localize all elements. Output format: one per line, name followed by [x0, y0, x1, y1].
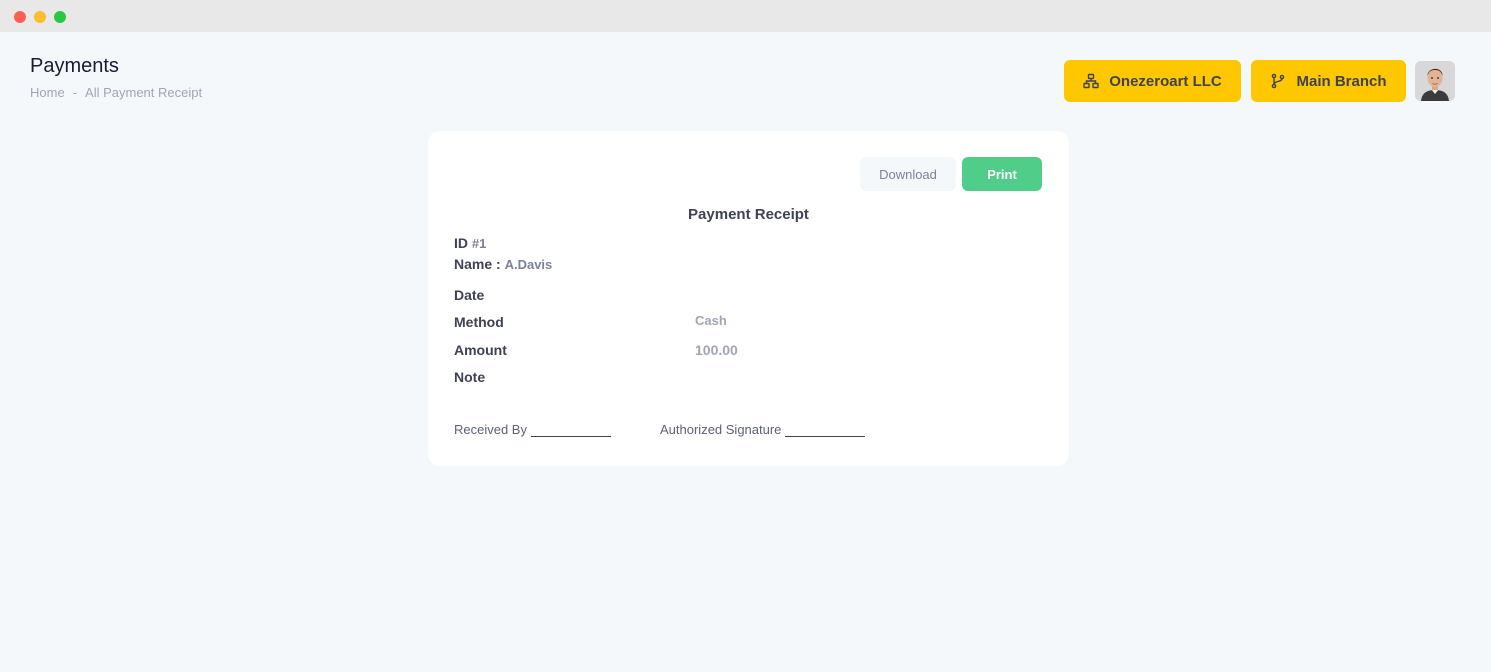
breadcrumb: Home - All Payment Receipt	[30, 85, 202, 100]
amount-value: 100.00	[695, 342, 738, 358]
receipt-id: ID #1	[454, 235, 486, 251]
branch-selector-button[interactable]: Main Branch	[1251, 60, 1406, 102]
receipt-title: Payment Receipt	[688, 206, 809, 223]
authorized-signature: Authorized Signature	[660, 422, 866, 437]
receipt-name-value: A.Davis	[504, 257, 553, 272]
received-by-label: Received By	[454, 422, 527, 437]
breadcrumb-separator: -	[72, 85, 78, 100]
receipt-name: Name : A.Davis	[454, 256, 552, 272]
breadcrumb-home[interactable]: Home	[30, 85, 65, 100]
amount-label: Amount	[454, 342, 507, 358]
method-value: Cash	[695, 313, 727, 328]
company-label: Onezeroart LLC	[1109, 72, 1222, 90]
received-by-line	[530, 425, 611, 437]
receipt-id-label: ID	[454, 235, 468, 251]
receipt-name-label: Name :	[454, 256, 501, 272]
minimize-window-icon[interactable]	[34, 11, 46, 23]
window-titlebar	[0, 0, 1491, 32]
maximize-window-icon[interactable]	[54, 11, 66, 23]
breadcrumb-current: All Payment Receipt	[85, 85, 203, 100]
payment-receipt-card: Download Print Payment Receipt ID #1 Nam…	[428, 131, 1069, 466]
authorized-signature-line	[785, 425, 866, 437]
received-by-signature: Received By	[454, 422, 611, 437]
date-label: Date	[454, 287, 485, 303]
print-button[interactable]: Print	[962, 157, 1042, 191]
sitemap-icon	[1083, 73, 1099, 89]
company-selector-button[interactable]: Onezeroart LLC	[1064, 60, 1241, 102]
note-label: Note	[454, 369, 486, 385]
branch-label: Main Branch	[1296, 72, 1387, 90]
method-label: Method	[454, 314, 504, 330]
download-button[interactable]: Download	[860, 157, 956, 191]
page-title: Payments	[30, 55, 119, 77]
avatar-image	[1415, 61, 1455, 101]
close-window-icon[interactable]	[14, 11, 26, 23]
git-branch-icon	[1272, 73, 1285, 89]
receipt-id-value: #1	[471, 236, 487, 251]
user-avatar[interactable]	[1415, 61, 1455, 101]
authorized-signature-label: Authorized Signature	[660, 422, 782, 437]
